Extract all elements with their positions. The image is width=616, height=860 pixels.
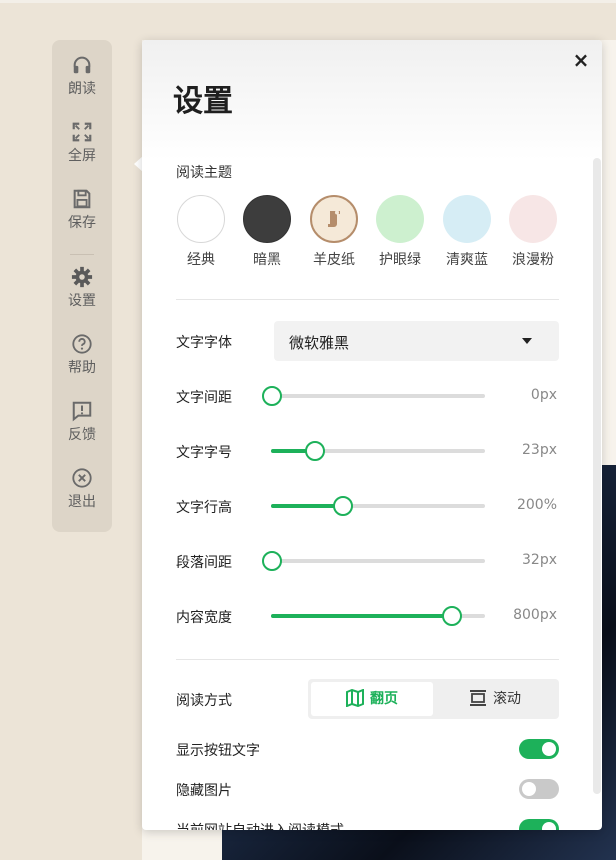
section-divider	[176, 659, 559, 660]
gear-icon	[71, 266, 93, 288]
exit-icon	[72, 468, 92, 488]
panel-scrollbar[interactable]	[593, 158, 601, 794]
sidebar-item-fullscreen[interactable]: 全屏	[52, 107, 112, 167]
paragraph-spacing-slider[interactable]	[262, 551, 485, 571]
font-select-value: 微软雅黑	[289, 334, 350, 352]
mode-option-page-turn[interactable]: 翻页	[311, 682, 433, 716]
section-divider	[176, 299, 559, 300]
toggle-knob	[522, 782, 536, 796]
theme-option-dark[interactable]: 暗黑	[237, 195, 297, 269]
theme-swatch	[177, 195, 225, 243]
sidebar-item-read-aloud[interactable]: 朗读	[52, 40, 112, 100]
toggle-label: 隐藏图片	[176, 783, 232, 799]
reading-mode-switch: 翻页 滚动	[308, 679, 559, 719]
slider-label: 文字字号	[176, 445, 232, 461]
scroll-mode-icon	[470, 690, 486, 706]
theme-label: 暗黑	[253, 252, 281, 268]
font-label: 文字字体	[176, 335, 232, 351]
slider-handle[interactable]	[262, 551, 282, 571]
sidebar-item-label: 退出	[68, 494, 96, 510]
slider-label: 文字间距	[176, 390, 232, 406]
theme-label: 清爽蓝	[446, 252, 488, 268]
feedback-icon	[72, 401, 92, 422]
sidebar-item-label: 保存	[68, 215, 96, 231]
book-icon	[346, 688, 364, 708]
slider-value: 800px	[513, 607, 557, 623]
slider-label: 文字行高	[176, 500, 232, 516]
theme-swatch	[443, 195, 491, 243]
line-height-slider[interactable]	[271, 496, 485, 516]
mode-option-label: 滚动	[493, 691, 521, 707]
font-select[interactable]: 微软雅黑	[274, 321, 559, 361]
slider-fill	[271, 614, 451, 618]
slider-fill	[271, 504, 342, 508]
font-size-slider[interactable]	[271, 441, 485, 461]
toggle-label: 当前网站自动进入阅读模式	[176, 820, 344, 830]
save-icon	[73, 189, 91, 209]
slider-handle[interactable]	[333, 496, 353, 516]
theme-swatch	[243, 195, 291, 243]
theme-swatch	[310, 195, 358, 243]
fullscreen-icon	[72, 122, 92, 142]
toggle-knob	[542, 822, 556, 830]
slider-value: 23px	[522, 442, 557, 458]
theme-option-eye-green[interactable]: 护眼绿	[370, 195, 430, 269]
toggle-knob	[542, 742, 556, 756]
caret-down-icon	[522, 338, 532, 344]
content-width-slider[interactable]	[271, 606, 485, 626]
slider-handle[interactable]	[262, 386, 282, 406]
slider-label: 内容宽度	[176, 610, 232, 626]
theme-label: 经典	[187, 252, 215, 268]
sidebar-item-help[interactable]: 帮助	[52, 319, 112, 379]
letter-spacing-slider[interactable]	[262, 386, 485, 406]
scroll-icon	[328, 210, 340, 227]
toggle-label: 显示按钮文字	[176, 743, 260, 759]
slider-handle[interactable]	[442, 606, 462, 626]
theme-swatch	[376, 195, 424, 243]
sidebar-item-label: 设置	[68, 293, 96, 309]
theme-label: 羊皮纸	[313, 252, 355, 268]
theme-option-romantic-pink[interactable]: 浪漫粉	[503, 195, 563, 269]
slider-value: 32px	[522, 552, 557, 568]
settings-panel: 设置 × 阅读主题 经典 暗黑 羊皮纸 护眼绿 清爽蓝 浪漫粉 文字字体 微软雅…	[142, 40, 602, 830]
browser-top-edge	[0, 0, 616, 3]
theme-option-classic[interactable]: 经典	[171, 195, 231, 269]
theme-option-fresh-blue[interactable]: 清爽蓝	[437, 195, 497, 269]
theme-label: 护眼绿	[379, 252, 421, 268]
mode-option-scroll[interactable]: 滚动	[434, 682, 556, 716]
reader-sidebar: 朗读 全屏 保存 设置 帮助 反馈 退出	[52, 40, 112, 532]
slider-handle[interactable]	[305, 441, 325, 461]
sidebar-item-save[interactable]: 保存	[52, 174, 112, 234]
mode-option-label: 翻页	[370, 691, 398, 707]
theme-section-label: 阅读主题	[176, 165, 232, 181]
sidebar-item-label: 朗读	[68, 81, 96, 97]
page-title: 设置	[173, 84, 233, 119]
auto-reader-mode-toggle[interactable]	[519, 819, 559, 830]
theme-swatch	[509, 195, 557, 243]
hide-images-toggle[interactable]	[519, 779, 559, 799]
close-button[interactable]: ×	[570, 49, 592, 71]
slider-label: 段落间距	[176, 555, 232, 571]
sidebar-item-settings[interactable]: 设置	[52, 252, 112, 312]
theme-label: 浪漫粉	[512, 252, 554, 268]
slider-value: 200%	[516, 497, 557, 513]
sidebar-item-feedback[interactable]: 反馈	[52, 386, 112, 446]
slider-value: 0px	[530, 387, 557, 403]
sidebar-item-exit[interactable]: 退出	[52, 453, 112, 513]
sidebar-item-label: 全屏	[68, 148, 96, 164]
sidebar-item-label: 帮助	[68, 360, 96, 376]
show-button-text-toggle[interactable]	[519, 739, 559, 759]
reading-mode-label: 阅读方式	[176, 693, 232, 709]
sidebar-item-label: 反馈	[68, 427, 96, 443]
headphones-icon	[73, 56, 91, 74]
theme-option-parchment[interactable]: 羊皮纸	[304, 195, 364, 269]
help-icon	[72, 334, 92, 354]
